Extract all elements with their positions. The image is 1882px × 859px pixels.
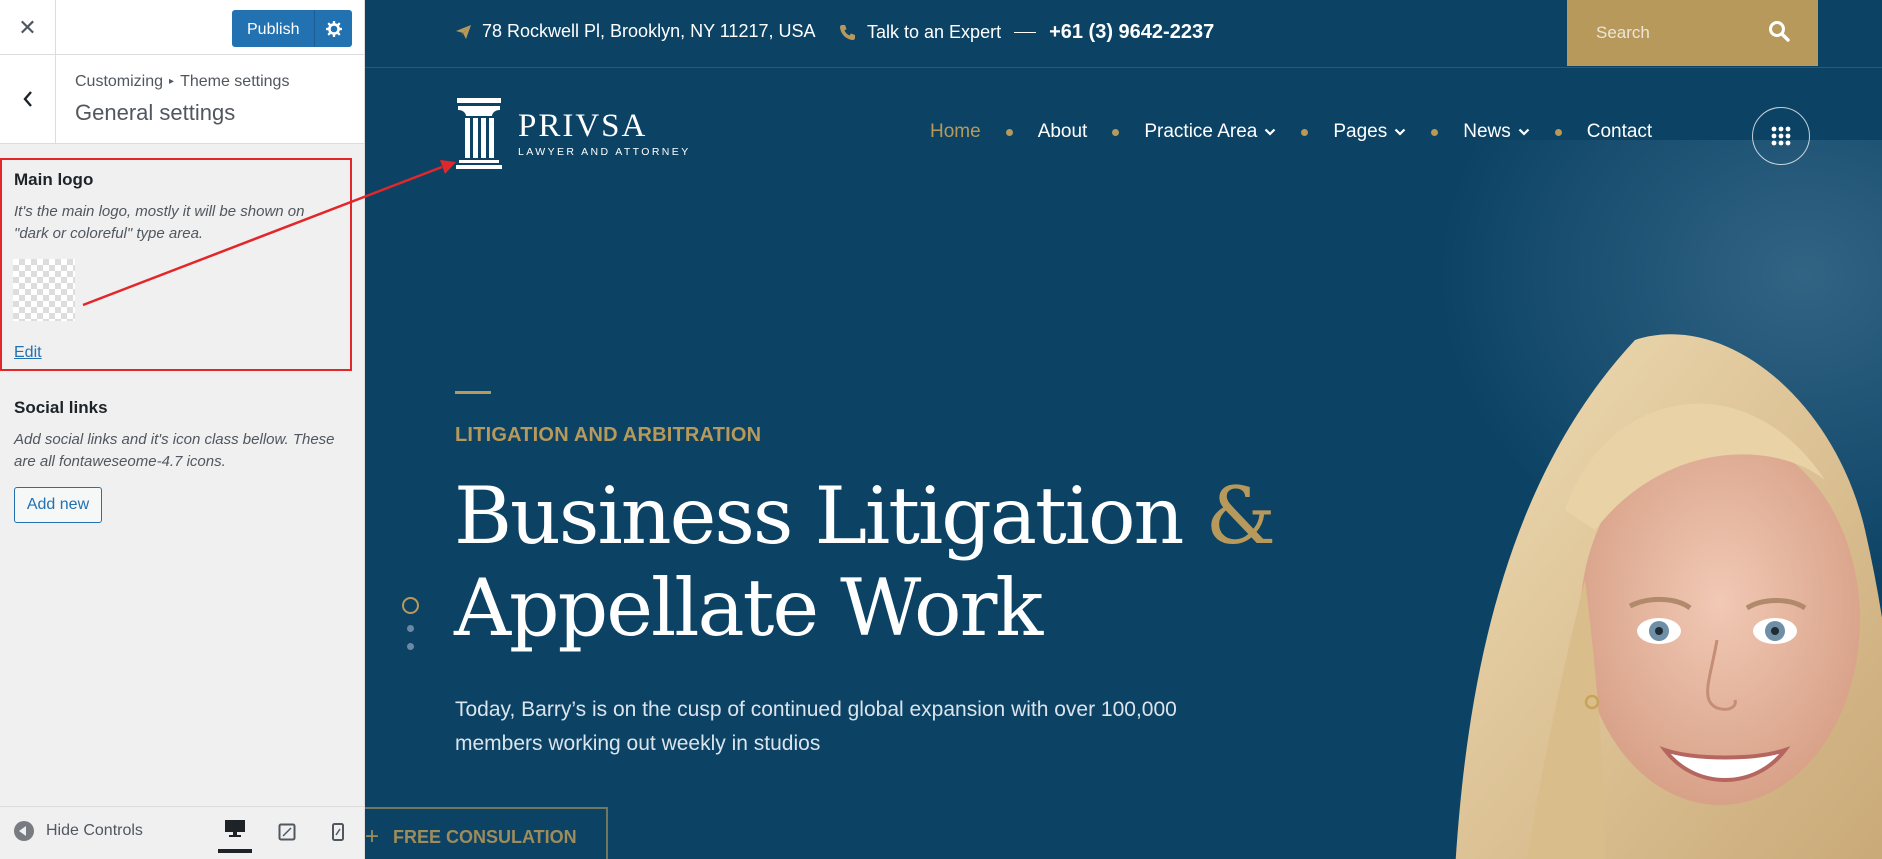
hero-title-part2: Appellate Work bbox=[454, 562, 1043, 654]
tablet-icon bbox=[278, 823, 296, 841]
hero-accent-line bbox=[455, 391, 491, 394]
slider-dot-active[interactable] bbox=[402, 597, 419, 614]
chevron-down-icon bbox=[1394, 128, 1406, 136]
breadcrumb-root: Customizing bbox=[75, 73, 164, 90]
site-topbar: 78 Rockwell Pl, Brooklyn, NY 11217, USA … bbox=[365, 0, 1882, 68]
address-text: 78 Rockwell Pl, Brooklyn, NY 11217, USA bbox=[482, 21, 816, 41]
gear-icon bbox=[325, 20, 342, 37]
breadcrumb-current: Theme settings bbox=[180, 73, 290, 90]
hero-title-part1: Business Litigation bbox=[454, 470, 1184, 562]
publish-group: Publish bbox=[232, 10, 353, 47]
publish-button[interactable]: Publish bbox=[232, 10, 315, 47]
hero-title: Business Litigation & Appellate Work bbox=[454, 470, 1276, 654]
hero-description: Today, Barry’s is on the cusp of continu… bbox=[455, 698, 1177, 755]
main-nav: Home About Practice Area Pages News Cont… bbox=[930, 121, 1652, 143]
site-preview: 78 Rockwell Pl, Brooklyn, NY 11217, USA … bbox=[365, 0, 1882, 859]
nav-label: Pages bbox=[1333, 121, 1388, 142]
social-links-title: Social links bbox=[14, 398, 108, 417]
hide-controls-button[interactable]: Hide Controls bbox=[14, 821, 143, 841]
expert-label: Talk to an Expert bbox=[867, 22, 1002, 42]
slider-dot[interactable] bbox=[407, 625, 414, 632]
address-info: 78 Rockwell Pl, Brooklyn, NY 11217, USA bbox=[455, 21, 816, 42]
paper-plane-icon bbox=[456, 24, 471, 39]
pillar-logo-icon bbox=[456, 98, 502, 169]
section-title: General settings bbox=[75, 100, 236, 125]
expert-contact: Talk to an Expert +61 (3) 9642-2237 bbox=[839, 21, 1214, 44]
nav-label: Practice Area bbox=[1144, 121, 1258, 142]
nav-label: About bbox=[1037, 121, 1088, 142]
slider-dot[interactable] bbox=[407, 643, 414, 650]
main-logo-description: It's the main logo, mostly it will be sh… bbox=[14, 203, 305, 242]
menu-grid-button[interactable] bbox=[1752, 107, 1810, 165]
nav-item-news[interactable]: News bbox=[1463, 121, 1530, 143]
chevron-down-icon bbox=[1265, 128, 1276, 136]
nav-separator-dot bbox=[1005, 128, 1013, 136]
brand-tagline: LAWYER AND ATTORNEY bbox=[518, 145, 691, 158]
slider-pagination bbox=[402, 597, 419, 650]
hero-title-ampersand: & bbox=[1205, 470, 1276, 562]
social-links-description: Add social links and it's icon class bel… bbox=[14, 431, 335, 470]
hero-portrait bbox=[1305, 330, 1882, 859]
grid-dots-icon bbox=[1771, 126, 1791, 146]
hero-kicker: LITIGATION AND ARBITRATION bbox=[455, 424, 762, 446]
search-input[interactable] bbox=[1596, 23, 1766, 43]
section-header: Customizing ▸ Theme settings General setti… bbox=[0, 55, 364, 144]
customizer-footer: Hide Controls bbox=[0, 806, 364, 859]
nav-separator-dot bbox=[1301, 128, 1309, 136]
main-logo-thumbnail[interactable] bbox=[13, 259, 75, 321]
site-logo[interactable]: PRIVSA LAWYER AND ATTORNEY bbox=[454, 96, 691, 170]
logo-text: PRIVSA LAWYER AND ATTORNEY bbox=[518, 109, 691, 158]
back-button[interactable] bbox=[0, 55, 56, 143]
separator-dash bbox=[1014, 32, 1037, 33]
woman-portrait-image bbox=[1455, 334, 1882, 859]
nav-item-contact[interactable]: Contact bbox=[1587, 121, 1652, 143]
main-logo-title: Main logo bbox=[14, 170, 94, 189]
customizer-sidebar: ✕ Publish Customizing ▸ Theme settings G… bbox=[0, 0, 365, 859]
nav-item-pages[interactable]: Pages bbox=[1333, 121, 1406, 143]
device-tablet-button[interactable] bbox=[270, 817, 304, 847]
nav-separator-dot bbox=[1431, 128, 1439, 136]
device-mobile-button[interactable] bbox=[321, 817, 355, 847]
free-consultation-button[interactable]: + FREE CONSULATION bbox=[365, 807, 608, 859]
search-icon[interactable] bbox=[1768, 20, 1790, 42]
phone-icon bbox=[840, 25, 855, 40]
nav-item-about[interactable]: About bbox=[1038, 121, 1088, 143]
nav-label: News bbox=[1463, 121, 1511, 142]
chevron-left-icon bbox=[22, 91, 32, 107]
phone-number[interactable]: +61 (3) 9642-2237 bbox=[1049, 21, 1214, 44]
nav-separator-dot bbox=[1554, 128, 1562, 136]
hide-controls-label: Hide Controls bbox=[46, 822, 143, 839]
breadcrumb: Customizing ▸ Theme settings bbox=[75, 73, 289, 91]
nav-item-practice-area[interactable]: Practice Area bbox=[1144, 121, 1276, 143]
close-icon[interactable]: ✕ bbox=[0, 0, 56, 55]
chevron-down-icon bbox=[1518, 128, 1530, 136]
plus-icon: + bbox=[365, 823, 380, 850]
brand-name: PRIVSA bbox=[518, 107, 648, 144]
publish-settings-button[interactable] bbox=[314, 10, 353, 47]
desktop-icon bbox=[225, 820, 245, 837]
nav-item-home[interactable]: Home bbox=[930, 121, 981, 143]
collapse-icon bbox=[14, 821, 34, 841]
nav-label: Contact bbox=[1586, 121, 1653, 142]
customizer-header: ✕ Publish bbox=[0, 0, 364, 55]
consultation-label: FREE CONSULATION bbox=[393, 826, 577, 847]
mobile-icon bbox=[332, 823, 344, 841]
nav-label: Home bbox=[930, 121, 981, 142]
nav-separator-dot bbox=[1112, 128, 1120, 136]
breadcrumb-separator: ▸ bbox=[169, 76, 175, 87]
device-desktop-button[interactable] bbox=[218, 807, 252, 853]
main-logo-edit-link[interactable]: Edit bbox=[14, 344, 42, 362]
search-box bbox=[1567, 0, 1818, 66]
add-new-button[interactable]: Add new bbox=[14, 487, 102, 523]
